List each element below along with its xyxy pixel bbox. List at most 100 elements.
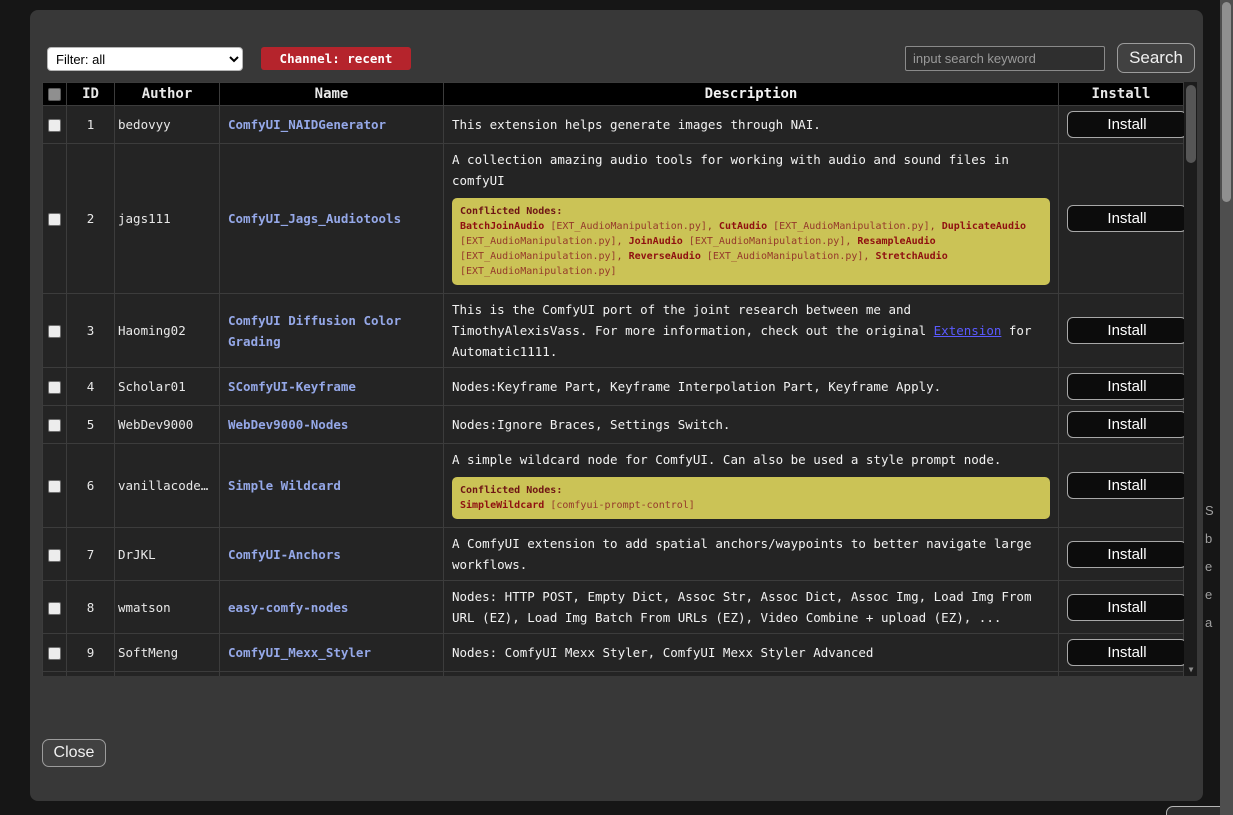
table-row: 2 jags111 ComfyUI_Jags_Audiotools A coll… bbox=[43, 144, 1184, 294]
scroll-down-arrow-icon[interactable]: ▼ bbox=[1184, 665, 1197, 674]
description-link[interactable]: Extension bbox=[934, 323, 1002, 338]
row-author: DrJKL bbox=[115, 528, 220, 581]
background-letter: e bbox=[1205, 587, 1212, 602]
row-checkbox-cell bbox=[43, 672, 67, 677]
row-name-link[interactable]: easy-comfy-nodes bbox=[228, 600, 348, 615]
table-scrollbar-thumb[interactable] bbox=[1186, 85, 1196, 163]
row-author: zcfrank1st bbox=[115, 672, 220, 677]
install-button[interactable]: Install bbox=[1067, 205, 1187, 232]
row-name-cell: WebDev9000-Nodes bbox=[220, 406, 444, 444]
row-install-cell: Install bbox=[1059, 528, 1184, 581]
row-name-cell: easy-comfy-nodes bbox=[220, 581, 444, 634]
row-checkbox-cell bbox=[43, 106, 67, 144]
row-install-cell: Install bbox=[1059, 406, 1184, 444]
conflict-list: SimpleWildcard [comfyui-prompt-control] bbox=[460, 498, 1042, 513]
background-letter: S bbox=[1205, 503, 1214, 518]
install-button[interactable]: Install bbox=[1067, 541, 1187, 568]
window-scrollbar-thumb[interactable] bbox=[1222, 2, 1231, 202]
row-author: jags111 bbox=[115, 144, 220, 294]
row-install-cell: Install bbox=[1059, 368, 1184, 406]
row-checkbox-cell bbox=[43, 444, 67, 528]
row-description: This extension helps generate images thr… bbox=[452, 114, 1050, 135]
row-name-cell: ComfyUI_NAIDGenerator bbox=[220, 106, 444, 144]
row-checkbox-cell bbox=[43, 406, 67, 444]
background-letter: e bbox=[1205, 559, 1212, 574]
install-button[interactable]: Install bbox=[1067, 411, 1187, 438]
row-description: A ComfyUI extension to add spatial ancho… bbox=[452, 533, 1050, 575]
row-id: 6 bbox=[67, 444, 115, 528]
install-button[interactable]: Install bbox=[1067, 594, 1187, 621]
row-checkbox-cell bbox=[43, 581, 67, 634]
search-input[interactable] bbox=[905, 46, 1105, 71]
row-checkbox[interactable] bbox=[48, 325, 61, 338]
table-row: 10 zcfrank1st ComfyUI Yolov8 Nodes: Yolo… bbox=[43, 672, 1184, 677]
row-id: 7 bbox=[67, 528, 115, 581]
search-button[interactable]: Search bbox=[1117, 43, 1195, 73]
install-button[interactable]: Install bbox=[1067, 472, 1187, 499]
row-name-link[interactable]: WebDev9000-Nodes bbox=[228, 417, 348, 432]
row-name-cell: ComfyUI-Anchors bbox=[220, 528, 444, 581]
row-install-cell: Install bbox=[1059, 444, 1184, 528]
row-checkbox[interactable] bbox=[48, 213, 61, 226]
row-author: vanillacode… bbox=[115, 444, 220, 528]
row-description: This is the ComfyUI port of the joint re… bbox=[452, 299, 1050, 362]
conflict-title: Conflicted Nodes: bbox=[460, 483, 1042, 498]
row-id: 2 bbox=[67, 144, 115, 294]
install-button[interactable]: Install bbox=[1067, 373, 1187, 400]
table-scrollbar[interactable]: ▼ bbox=[1184, 82, 1197, 676]
close-button[interactable]: Close bbox=[42, 739, 106, 767]
row-id: 9 bbox=[67, 634, 115, 672]
header-author: Author bbox=[115, 83, 220, 106]
header-description: Description bbox=[444, 83, 1059, 106]
header-install: Install bbox=[1059, 83, 1184, 106]
background-letter: a bbox=[1205, 615, 1212, 630]
install-button[interactable]: Install bbox=[1067, 111, 1187, 138]
conflict-list: BatchJoinAudio [EXT_AudioManipulation.py… bbox=[460, 219, 1042, 279]
table-row: 8 wmatson easy-comfy-nodes Nodes: HTTP P… bbox=[43, 581, 1184, 634]
row-description-cell: A simple wildcard node for ComfyUI. Can … bbox=[444, 444, 1059, 528]
row-checkbox[interactable] bbox=[48, 119, 61, 132]
row-install-cell: Install bbox=[1059, 581, 1184, 634]
row-checkbox[interactable] bbox=[48, 602, 61, 615]
filter-select[interactable]: Filter: all bbox=[47, 47, 243, 71]
row-name-link[interactable]: ComfyUI_NAIDGenerator bbox=[228, 117, 386, 132]
row-install-cell: Install bbox=[1059, 634, 1184, 672]
row-name-link[interactable]: ComfyUI Diffusion Color Grading bbox=[228, 313, 401, 349]
row-description-cell: Nodes:Ignore Braces, Settings Switch. bbox=[444, 406, 1059, 444]
row-description-cell: Nodes: Yolov8Detection, Yolov8Segmentati… bbox=[444, 672, 1059, 677]
table-row: 7 DrJKL ComfyUI-Anchors A ComfyUI extens… bbox=[43, 528, 1184, 581]
table-row: 9 SoftMeng ComfyUI_Mexx_Styler Nodes: Co… bbox=[43, 634, 1184, 672]
row-name-link[interactable]: ComfyUI_Jags_Audiotools bbox=[228, 211, 401, 226]
header-id: ID bbox=[67, 83, 115, 106]
row-description: Nodes:Ignore Braces, Settings Switch. bbox=[452, 414, 1050, 435]
header-name: Name bbox=[220, 83, 444, 106]
row-checkbox[interactable] bbox=[48, 480, 61, 493]
install-button[interactable]: Install bbox=[1067, 639, 1187, 666]
background-partial-button bbox=[1166, 806, 1227, 815]
row-name-link[interactable]: Simple Wildcard bbox=[228, 478, 341, 493]
row-name-cell: ComfyUI_Mexx_Styler bbox=[220, 634, 444, 672]
row-name-link[interactable]: ComfyUI-Anchors bbox=[228, 547, 341, 562]
row-checkbox-cell bbox=[43, 368, 67, 406]
row-description-cell: Nodes:Keyframe Part, Keyframe Interpolat… bbox=[444, 368, 1059, 406]
select-all-checkbox[interactable] bbox=[48, 88, 61, 101]
row-checkbox[interactable] bbox=[48, 549, 61, 562]
row-checkbox[interactable] bbox=[48, 419, 61, 432]
row-install-cell: Install bbox=[1059, 106, 1184, 144]
conflict-title: Conflicted Nodes: bbox=[460, 204, 1042, 219]
install-custom-nodes-dialog: Filter: all Channel: recent Search ID Au… bbox=[30, 10, 1203, 801]
row-checkbox[interactable] bbox=[48, 381, 61, 394]
install-button[interactable]: Install bbox=[1067, 317, 1187, 344]
row-description-cell: Nodes: HTTP POST, Empty Dict, Assoc Str,… bbox=[444, 581, 1059, 634]
row-name-link[interactable]: ComfyUI_Mexx_Styler bbox=[228, 645, 371, 660]
row-id: 5 bbox=[67, 406, 115, 444]
row-install-cell: Install bbox=[1059, 294, 1184, 368]
row-name-link[interactable]: SComfyUI-Keyframe bbox=[228, 379, 356, 394]
row-checkbox[interactable] bbox=[48, 647, 61, 660]
channel-badge: Channel: recent bbox=[261, 47, 411, 70]
conflict-box: Conflicted Nodes: BatchJoinAudio [EXT_Au… bbox=[452, 198, 1050, 285]
window-scrollbar[interactable] bbox=[1220, 0, 1233, 815]
table-header-row: ID Author Name Description Install bbox=[43, 83, 1184, 106]
row-author: bedovyy bbox=[115, 106, 220, 144]
row-description: Nodes:Keyframe Part, Keyframe Interpolat… bbox=[452, 376, 1050, 397]
